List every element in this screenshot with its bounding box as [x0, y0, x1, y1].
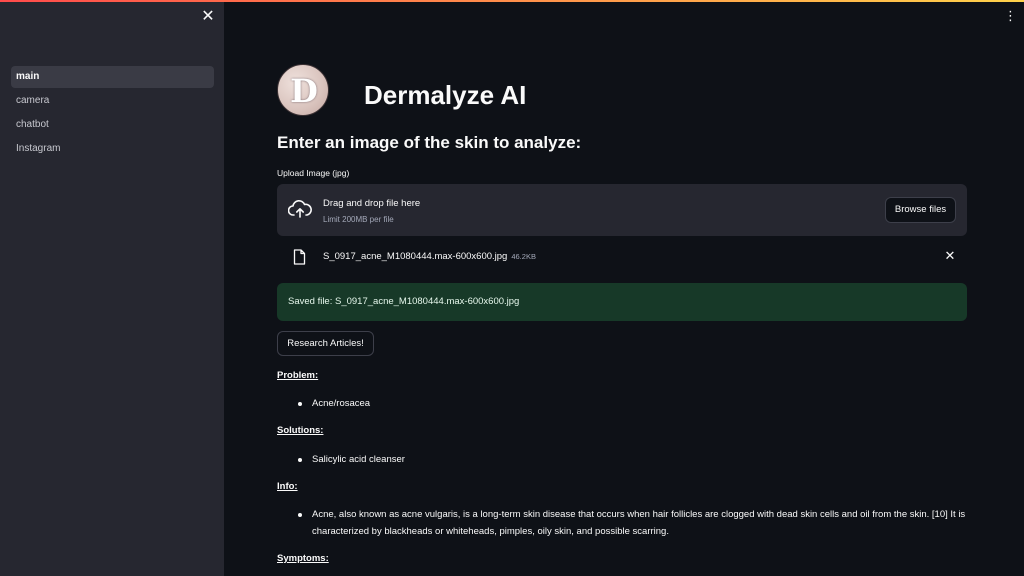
top-accent-bar — [0, 0, 1024, 2]
page-subtitle: Enter an image of the skin to analyze: — [277, 133, 582, 152]
upload-label: Upload Image (jpg) — [277, 168, 350, 178]
info-item: Acne, also known as acne vulgaris, is a … — [298, 506, 967, 540]
sidebar-item-main[interactable]: main — [11, 66, 214, 88]
remove-file-icon[interactable]: ✕ — [943, 249, 957, 263]
file-dropzone[interactable]: Drag and drop file here Limit 200MB per … — [277, 184, 967, 236]
file-icon — [293, 249, 306, 265]
uploaded-file-row: S_0917_acne_M1080444.max-600x600.jpg 46.2… — [277, 246, 967, 268]
browse-files-button[interactable]: Browse files — [885, 197, 956, 223]
uploaded-file-name: S_0917_acne_M1080444.max-600x600.jpg 46.2… — [323, 251, 536, 262]
main-content: D Dermalyze AI Enter an image of the ski… — [277, 0, 967, 576]
sidebar-item-chatbot[interactable]: chatbot — [11, 114, 214, 136]
research-articles-button[interactable]: Research Articles! — [277, 331, 374, 356]
saved-file-message: Saved file: S_0917_acne_M1080444.max-600… — [288, 296, 520, 307]
cloud-upload-icon — [288, 200, 312, 218]
dropzone-instructions: Drag and drop file here — [323, 198, 421, 209]
solutions-heading: Solutions: — [277, 425, 324, 436]
problem-item: Acne/rosacea — [298, 395, 370, 412]
problem-heading: Problem: — [277, 370, 319, 381]
sidebar-nav: main camera chatbot Instagram — [11, 66, 214, 162]
solutions-item: Salicylic acid cleanser — [298, 451, 405, 468]
close-icon[interactable]: ✕ — [200, 9, 216, 25]
saved-file-alert: Saved file: S_0917_acne_M1080444.max-600… — [277, 283, 967, 321]
sidebar-item-camera[interactable]: camera — [11, 90, 214, 112]
file-size: 46.2KB — [511, 252, 536, 261]
info-heading: Info: — [277, 481, 298, 492]
dropzone-limit: Limit 200MB per file — [323, 215, 394, 224]
sidebar-item-instagram[interactable]: Instagram — [11, 138, 214, 160]
app-title: Dermalyze AI — [364, 80, 527, 110]
logo-letter: D — [290, 72, 318, 110]
app-logo: D — [277, 64, 329, 116]
symptoms-heading: Symptoms: — [277, 553, 329, 564]
vertical-dots-icon[interactable]: ⋮ — [1004, 9, 1017, 24]
file-name-text: S_0917_acne_M1080444.max-600x600.jpg — [323, 251, 508, 262]
sidebar: ✕ main camera chatbot Instagram — [0, 0, 224, 576]
